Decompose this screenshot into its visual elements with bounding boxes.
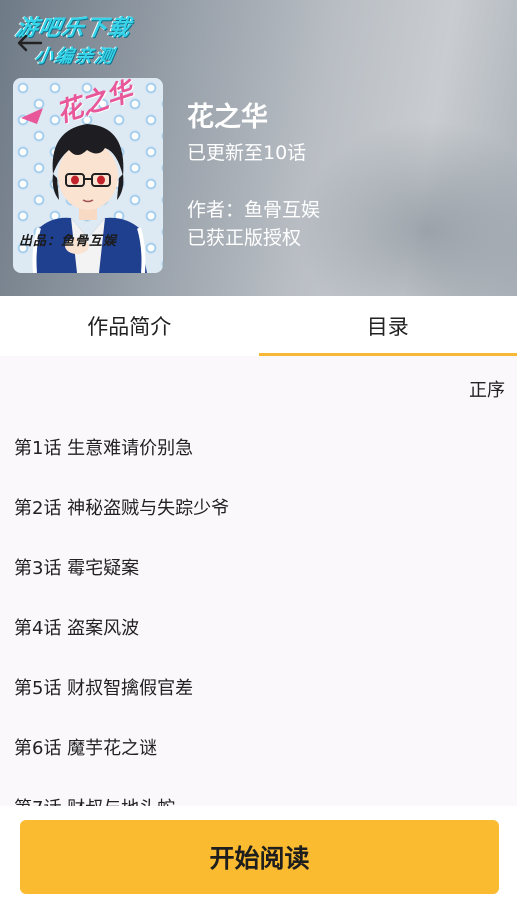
- comic-title: 花之华: [187, 102, 268, 133]
- update-status: 已更新至10话: [187, 142, 307, 164]
- bottom-bar: 开始阅读: [0, 806, 517, 898]
- comic-info: 花之华 已更新至10话 作者：鱼骨互娱 已获正版授权: [187, 100, 320, 252]
- chapter-item[interactable]: 第7话 财叔与地头蛇: [14, 794, 175, 806]
- chapter-item[interactable]: 第2话 神秘盗贼与失踪少爷: [14, 494, 229, 520]
- arrow-left-icon: [17, 34, 43, 52]
- chapter-item[interactable]: 第4话 盗案风波: [14, 614, 139, 640]
- cover-caption: 出品：鱼骨互娱: [19, 234, 118, 249]
- comic-cover: 花之华 出品：鱼骨互娱: [13, 78, 163, 273]
- sort-order-button[interactable]: 正序: [469, 376, 505, 402]
- comic-header: 游吧乐下载 小编亲测 花之华 出品：鱼骨互娱 花之华 已更新至10话 作者：鱼骨…: [0, 0, 517, 296]
- chapter-item[interactable]: 第6话 魔芋花之谜: [14, 734, 157, 760]
- tab-bar: 作品简介 目录: [0, 296, 517, 356]
- chapter-item[interactable]: 第1话 生意难请价别急: [14, 434, 193, 460]
- back-button[interactable]: [14, 30, 44, 56]
- chapter-item[interactable]: 第3话 霉宅疑案: [14, 554, 139, 580]
- chapter-list[interactable]: 正序 第1话 生意难请价别急 第2话 神秘盗贼与失踪少爷 第3话 霉宅疑案 第4…: [0, 356, 517, 806]
- tab-catalog[interactable]: 目录: [258, 296, 517, 356]
- start-reading-button[interactable]: 开始阅读: [20, 820, 499, 894]
- watermark-line2: 小编亲测: [33, 46, 117, 67]
- chapter-item[interactable]: 第5话 财叔智擒假官差: [14, 674, 193, 700]
- tab-intro[interactable]: 作品简介: [0, 296, 259, 356]
- author-label: 作者：鱼骨互娱: [187, 199, 321, 221]
- license-label: 已获正版授权: [187, 227, 302, 249]
